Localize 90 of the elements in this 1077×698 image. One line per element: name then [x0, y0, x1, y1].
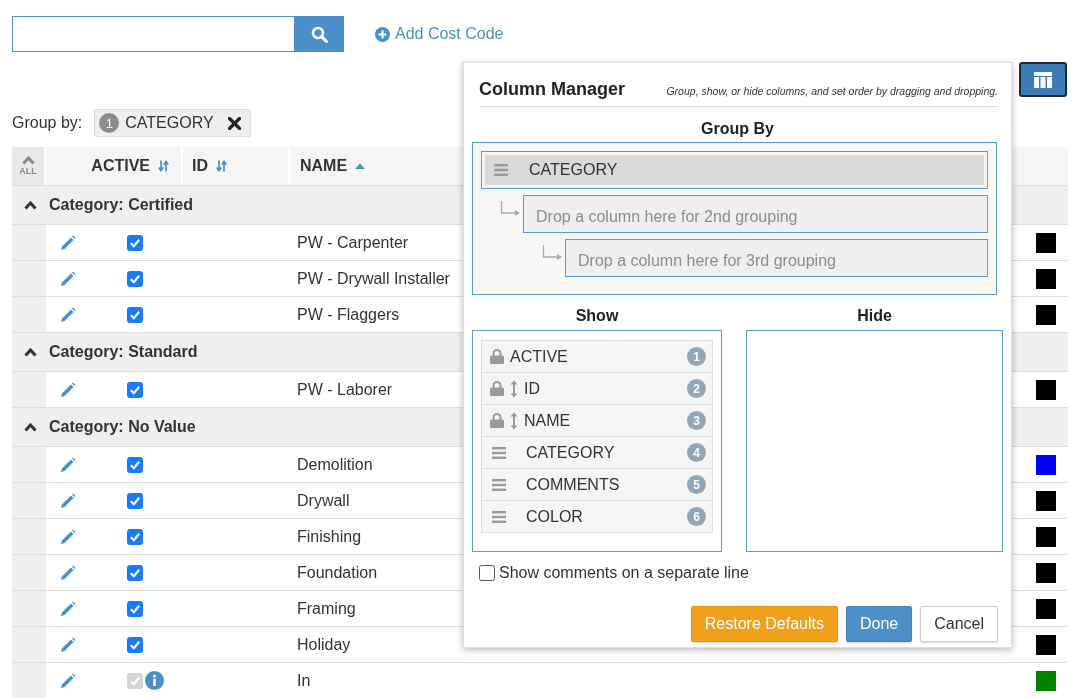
- pencil-icon[interactable]: [60, 528, 76, 545]
- hamburger-icon[interactable]: [494, 163, 508, 177]
- cost-code-name: PW - Drywall Installer: [297, 269, 450, 288]
- pencil-icon[interactable]: [60, 456, 76, 473]
- group-title: Category: Certified: [49, 196, 194, 214]
- chevron-up-icon[interactable]: [24, 422, 37, 432]
- cost-code-name: PW - Laborer: [297, 380, 393, 399]
- column-item[interactable]: COMMENTS 5: [481, 468, 713, 501]
- checkbox[interactable]: [127, 600, 143, 617]
- row-gutter: [12, 627, 46, 662]
- row-gutter: [12, 519, 46, 554]
- section-title: Hide: [857, 306, 892, 326]
- elbow-arrow-icon: [500, 201, 520, 219]
- group-by-label: Group by:: [12, 114, 83, 132]
- row-gutter: [12, 483, 46, 518]
- column-manager-button[interactable]: [1019, 62, 1067, 97]
- panel-title: Column Manager: [479, 78, 625, 100]
- remove-icon[interactable]: [227, 116, 241, 130]
- column-item[interactable]: ACTIVE 1: [481, 340, 713, 373]
- pencil-icon[interactable]: [60, 381, 76, 398]
- checkbox[interactable]: [127, 306, 143, 323]
- lock-icon: [490, 381, 504, 396]
- pencil-icon[interactable]: [60, 492, 76, 509]
- hamburger-icon[interactable]: [492, 477, 506, 492]
- chevron-up-icon: [21, 156, 35, 165]
- column-item[interactable]: ID 2: [481, 372, 713, 405]
- checkbox[interactable]: [127, 564, 143, 581]
- up-down-arrow-icon: [510, 411, 518, 430]
- column-item[interactable]: CATEGORY 4: [481, 436, 713, 469]
- cost-code-name: Demolition: [297, 455, 373, 474]
- pencil-icon[interactable]: [60, 636, 76, 653]
- order-badge: 2: [687, 379, 706, 398]
- column-item[interactable]: COLOR 6: [481, 500, 713, 533]
- hamburger-icon[interactable]: [492, 509, 506, 524]
- plus-circle-icon: [375, 26, 390, 42]
- group-column-item[interactable]: CATEGORY: [481, 151, 988, 189]
- row-gutter: [12, 663, 46, 698]
- pencil-icon[interactable]: [60, 600, 76, 617]
- lock-icon: [490, 349, 504, 364]
- pencil-icon[interactable]: [60, 564, 76, 581]
- up-down-arrow-icon: [510, 379, 518, 398]
- section-title: Group By: [701, 119, 774, 139]
- pencil-icon[interactable]: [60, 270, 76, 287]
- hamburger-icon[interactable]: [492, 445, 506, 460]
- cost-code-name: Holiday: [297, 635, 351, 654]
- section-title: Show: [575, 306, 619, 326]
- order-badge: 4: [687, 443, 706, 462]
- lock-icon: [490, 413, 504, 428]
- cost-code-name: PW - Flaggers: [297, 305, 400, 324]
- column-item[interactable]: NAME 3: [481, 404, 713, 437]
- checkbox[interactable]: [479, 565, 495, 581]
- order-badge: 5: [687, 475, 706, 494]
- group-title: Category: Standard: [49, 343, 198, 361]
- checkbox[interactable]: [127, 381, 143, 398]
- checkbox[interactable]: [127, 636, 143, 653]
- search-button[interactable]: [294, 16, 344, 52]
- chip-label: CATEGORY: [125, 114, 214, 132]
- chevron-up-icon[interactable]: [24, 200, 37, 210]
- checkbox-label: Show comments on a separate line: [499, 564, 749, 582]
- checkbox[interactable]: [127, 492, 143, 509]
- order-badge: 6: [687, 507, 706, 526]
- add-cost-code-link[interactable]: Add Cost Code: [375, 25, 504, 43]
- row-gutter: [12, 261, 46, 296]
- cost-code-name: In: [297, 671, 311, 690]
- elbow-arrow-icon: [542, 245, 562, 263]
- group-title: Category: No Value: [49, 418, 196, 436]
- order-badge: 1: [687, 347, 706, 366]
- checkbox[interactable]: [127, 456, 143, 473]
- pencil-icon[interactable]: [60, 306, 76, 323]
- cost-code-name: PW - Carpenter: [297, 233, 409, 252]
- chevron-up-icon[interactable]: [24, 347, 37, 357]
- column-header[interactable]: NAME: [290, 147, 376, 185]
- cost-code-name: Foundation: [297, 563, 378, 582]
- order-badge: 1: [99, 113, 120, 133]
- checkbox[interactable]: [127, 528, 143, 545]
- checkbox[interactable]: [127, 270, 143, 287]
- row-gutter: [12, 591, 46, 626]
- cost-code-name: Finishing: [297, 527, 362, 546]
- dialog-button[interactable]: Cancel: [920, 606, 998, 642]
- search-field[interactable]: [12, 16, 294, 52]
- cost-code-name: Drywall: [297, 491, 350, 510]
- checkbox[interactable]: [127, 234, 143, 251]
- pencil-icon[interactable]: [60, 234, 76, 251]
- search-icon: [310, 25, 328, 43]
- panel-hint: Group, show, or hide columns, and set order by dragging and dropping.: [666, 85, 998, 97]
- cost-code-name: Framing: [297, 599, 356, 618]
- columns-icon: [1034, 71, 1052, 88]
- pencil-icon[interactable]: [60, 672, 76, 689]
- row-gutter: [12, 555, 46, 590]
- order-badge: 3: [687, 411, 706, 430]
